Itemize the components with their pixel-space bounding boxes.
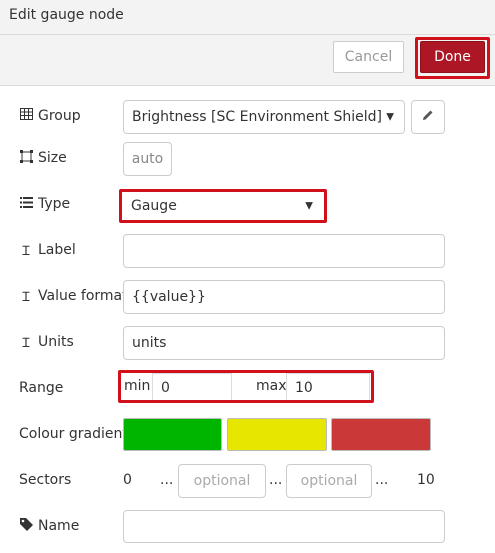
group-select[interactable]: Brightness [SC Environment Shield] ▼ [123, 100, 405, 134]
value-format-label: Ɪ Value format [19, 286, 128, 306]
range-min-label: min [124, 378, 151, 394]
sectors-start: 0 [123, 472, 132, 488]
colour-swatch-mid[interactable] [227, 418, 327, 451]
units-label-text: Units [38, 334, 74, 350]
name-input[interactable] [123, 510, 445, 543]
value-format-input[interactable]: {{value}} [123, 280, 445, 314]
done-button[interactable]: Done [420, 41, 485, 73]
sectors-optional-2-placeholder: optional [300, 473, 358, 489]
colour-gradient-label-text: Colour gradient [19, 426, 128, 442]
label-label-text: Label [38, 242, 76, 258]
range-label: Range [19, 378, 63, 398]
units-input[interactable]: units [123, 326, 445, 360]
dialog-title: Edit gauge node [9, 7, 124, 23]
pencil-icon [422, 109, 434, 125]
type-label: Type [19, 194, 70, 214]
sectors-separator-2: ... [269, 472, 283, 488]
sectors-optional-1-placeholder: optional [193, 473, 251, 489]
text-cursor-icon: Ɪ [22, 336, 30, 351]
label-input[interactable] [123, 234, 445, 268]
range-min-input[interactable]: 0 [152, 373, 232, 403]
resize-icon [19, 149, 33, 167]
text-cursor-icon: Ɪ [22, 290, 30, 305]
type-select[interactable]: Gauge ▼ [123, 192, 323, 220]
chevron-down-icon: ▼ [305, 200, 313, 212]
sectors-optional-1[interactable]: optional [178, 464, 266, 498]
size-label: Size [19, 148, 67, 168]
range-max-value: 10 [295, 380, 313, 396]
sectors-label-text: Sectors [19, 472, 72, 488]
sectors-optional-2[interactable]: optional [286, 464, 372, 498]
edit-group-button[interactable] [411, 100, 445, 134]
group-label: Group [19, 106, 81, 126]
type-select-value: Gauge [131, 198, 177, 214]
sectors-end: 10 [417, 472, 435, 488]
dialog-header: Edit gauge node [0, 0, 495, 35]
colour-swatch-high[interactable] [331, 418, 431, 451]
range-label-text: Range [19, 380, 64, 396]
colour-swatch-low[interactable] [123, 418, 222, 451]
tag-icon [19, 517, 33, 535]
value-format-value: {{value}} [132, 289, 206, 305]
group-label-text: Group [38, 108, 81, 124]
sectors-separator-1: ... [160, 472, 174, 488]
value-format-label-text: Value format [38, 288, 128, 304]
table-icon [19, 108, 33, 124]
sectors-label: Sectors [19, 470, 71, 490]
label-label: Ɪ Label [19, 240, 76, 260]
size-button[interactable]: auto [123, 142, 172, 176]
range-max-label: max [256, 378, 287, 394]
list-icon [19, 196, 33, 212]
range-max-input[interactable]: 10 [286, 373, 370, 403]
colour-gradient-label: Colour gradient [19, 424, 128, 444]
size-label-text: Size [38, 150, 67, 166]
group-select-value: Brightness [SC Environment Shield] [132, 109, 382, 125]
chevron-down-icon: ▼ [386, 111, 394, 123]
cancel-button[interactable]: Cancel [333, 41, 404, 73]
name-label: Name [19, 516, 79, 536]
sectors-separator-3: ... [375, 472, 389, 488]
text-cursor-icon: Ɪ [22, 244, 30, 259]
range-min-value: 0 [161, 380, 170, 396]
size-value: auto [131, 151, 164, 167]
type-label-text: Type [38, 196, 71, 212]
units-value: units [132, 335, 167, 351]
units-label: Ɪ Units [19, 332, 74, 352]
name-label-text: Name [38, 518, 80, 534]
